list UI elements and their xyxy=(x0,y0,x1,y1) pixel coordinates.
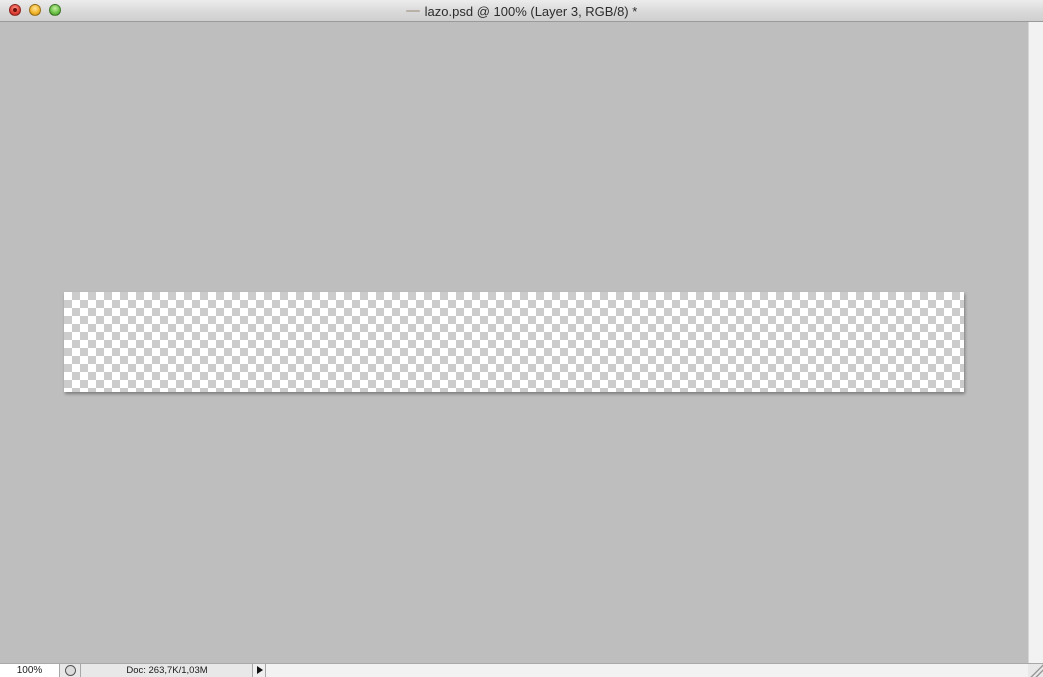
canvas-area[interactable] xyxy=(0,22,1028,663)
vertical-scrollbar[interactable] xyxy=(1028,22,1043,663)
window-title-group: lazo.psd @ 100% (Layer 3, RGB/8) * xyxy=(0,0,1043,22)
status-bar: 100% Doc: 263,7K/1,03M xyxy=(0,663,1043,677)
horizontal-scrollbar[interactable] xyxy=(266,664,1028,677)
title-bar[interactable]: lazo.psd @ 100% (Layer 3, RGB/8) * xyxy=(0,0,1043,22)
document-canvas-transparent[interactable] xyxy=(64,292,964,392)
resize-grip-icon[interactable] xyxy=(1028,664,1043,677)
document-proxy-icon[interactable] xyxy=(405,10,420,12)
proof-setup-button[interactable] xyxy=(61,664,81,677)
document-window: lazo.psd @ 100% (Layer 3, RGB/8) * 100% … xyxy=(0,0,1043,677)
window-title: lazo.psd @ 100% (Layer 3, RGB/8) * xyxy=(424,3,638,19)
status-menu-button[interactable] xyxy=(252,664,266,677)
zoom-level-field[interactable]: 100% xyxy=(0,664,60,677)
proof-setup-icon xyxy=(65,665,76,676)
triangle-right-icon xyxy=(257,666,263,674)
document-info[interactable]: Doc: 263,7K/1,03M xyxy=(82,664,252,677)
